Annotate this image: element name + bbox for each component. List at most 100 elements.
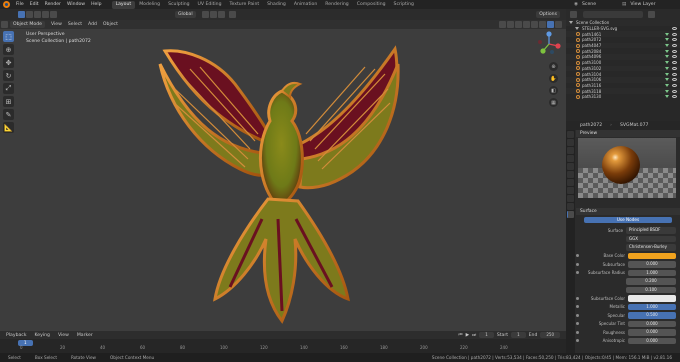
eye-icon[interactable]	[672, 72, 677, 76]
object-tab-icon[interactable]	[567, 179, 574, 186]
eye-icon[interactable]	[672, 89, 677, 93]
eye-icon[interactable]	[672, 66, 677, 70]
end-frame-field[interactable]: 250	[540, 332, 560, 338]
camera-icon[interactable]: ◧	[549, 86, 558, 95]
view-layer-tab-icon[interactable]	[567, 155, 574, 162]
menu-help[interactable]: Help	[91, 2, 101, 7]
eye-icon[interactable]	[672, 61, 677, 65]
current-frame-field[interactable]: 1	[479, 332, 494, 338]
jump-end-icon[interactable]: ⏭	[472, 332, 476, 338]
eye-icon[interactable]	[672, 83, 677, 87]
tab-layout[interactable]: Layout	[111, 0, 136, 9]
tab-shading[interactable]: Shading	[263, 1, 290, 9]
socket-icon[interactable]	[576, 262, 579, 266]
base-color-swatch[interactable]	[628, 252, 676, 259]
use-nodes-button[interactable]: Use Nodes	[584, 217, 672, 223]
tab-animation[interactable]: Animation	[290, 1, 321, 9]
subsurface-color-swatch[interactable]	[628, 295, 676, 302]
menu-file[interactable]: File	[16, 2, 24, 7]
socket-icon[interactable]	[576, 254, 579, 258]
playback-menu[interactable]: Playback	[6, 333, 27, 338]
preview-section-title[interactable]: Preview	[576, 130, 680, 137]
eye-icon[interactable]	[672, 95, 677, 99]
keying-menu[interactable]: Keying	[35, 333, 50, 338]
metallic-field[interactable]: 1.000	[628, 303, 676, 310]
outliner-root[interactable]: Scene Collection	[566, 20, 680, 26]
blender-logo-icon[interactable]	[3, 1, 10, 8]
select-extend-icon[interactable]	[26, 11, 33, 18]
editor-type-icon[interactable]	[1, 21, 8, 28]
tab-sculpting[interactable]: Sculpting	[164, 1, 193, 9]
roughness-field[interactable]: 0.000	[628, 329, 676, 336]
scene-tab-icon[interactable]	[567, 163, 574, 170]
timeline-view-menu[interactable]: View	[58, 333, 69, 338]
annotate-tool-icon[interactable]: ✎	[3, 109, 14, 120]
add-menu[interactable]: Add	[88, 22, 97, 27]
outliner-svg-collection[interactable]: STELLER-SVG.svg	[566, 26, 680, 32]
play-icon[interactable]: ▶	[466, 333, 470, 338]
object-datablock[interactable]: path2072	[580, 123, 602, 128]
outliner-search-input[interactable]	[583, 11, 643, 18]
shading-solid-icon[interactable]	[539, 21, 546, 28]
modifier-tab-icon[interactable]	[567, 187, 574, 194]
cursor-tool-icon[interactable]: ⊕	[3, 44, 14, 55]
socket-icon[interactable]	[576, 305, 579, 309]
tab-compositing[interactable]: Compositing	[353, 1, 390, 9]
gizmo-toggle-icon[interactable]	[507, 21, 514, 28]
socket-icon[interactable]	[576, 296, 579, 300]
render-tab-icon[interactable]	[567, 139, 574, 146]
select-intersect-icon[interactable]	[50, 11, 57, 18]
subsurface-field[interactable]: 0.000	[628, 261, 676, 268]
3d-viewport[interactable]	[0, 29, 566, 331]
select-subtract-icon[interactable]	[34, 11, 41, 18]
surface-shader-field[interactable]: Principled BSDF	[626, 227, 676, 234]
tab-scripting[interactable]: Scripting	[390, 1, 418, 9]
object-menu[interactable]: Object	[103, 22, 118, 27]
eye-icon[interactable]	[672, 78, 677, 82]
outliner-editor-icon[interactable]	[570, 11, 577, 18]
visibility-icon[interactable]	[499, 21, 506, 28]
xray-icon[interactable]	[523, 21, 530, 28]
navigation-gizmo[interactable]	[536, 31, 562, 57]
tab-rendering[interactable]: Rendering	[321, 1, 352, 9]
object-mode-dropdown[interactable]: Object Mode	[10, 21, 45, 28]
rotate-tool-icon[interactable]: ↻	[3, 70, 14, 81]
specular-field[interactable]: 0.500	[628, 312, 676, 319]
view-menu[interactable]: View	[51, 22, 62, 27]
constraint-tab-icon[interactable]	[567, 195, 574, 202]
transform-tool-icon[interactable]: ⊞	[3, 96, 14, 107]
material-tab-icon[interactable]	[567, 211, 574, 218]
snap-icon[interactable]	[209, 11, 217, 18]
shading-wire-icon[interactable]	[531, 21, 538, 28]
output-tab-icon[interactable]	[567, 147, 574, 154]
menu-edit[interactable]: Edit	[30, 2, 39, 7]
jump-start-icon[interactable]: ⏮	[458, 332, 462, 338]
surface-section-title[interactable]: Surface	[576, 208, 680, 215]
eye-icon[interactable]	[672, 55, 677, 59]
view-layer-name[interactable]: View Layer	[630, 2, 655, 7]
shading-rendered-icon[interactable]	[555, 21, 562, 28]
menu-window[interactable]: Window	[67, 2, 85, 7]
distribution-field[interactable]: GGX	[626, 235, 676, 242]
eye-icon[interactable]	[672, 38, 677, 42]
measure-tool-icon[interactable]: 📐	[3, 122, 14, 133]
orientation-dropdown[interactable]: Global	[175, 11, 196, 18]
subsurface-radius-y-field[interactable]: 0.200	[626, 278, 676, 285]
phoenix-model[interactable]	[0, 29, 566, 331]
magnet-icon[interactable]	[217, 11, 225, 18]
zoom-icon[interactable]: ⊕	[549, 62, 558, 71]
outliner-item[interactable]: path3130	[566, 94, 680, 100]
tool-tab-icon[interactable]	[567, 131, 574, 138]
ortho-grid-icon[interactable]: ▦	[549, 98, 558, 107]
data-tab-icon[interactable]	[567, 203, 574, 210]
eye-icon[interactable]	[672, 27, 677, 31]
menu-render[interactable]: Render	[45, 2, 61, 7]
tab-uv-editing[interactable]: UV Editing	[194, 1, 226, 9]
overlay-toggle-icon[interactable]	[515, 21, 522, 28]
tab-modeling[interactable]: Modeling	[135, 1, 164, 9]
eye-icon[interactable]	[672, 32, 677, 36]
subsurface-radius-z-field[interactable]: 0.100	[626, 286, 676, 293]
subsurface-method-field[interactable]: Christensen-Burley	[626, 244, 676, 251]
filter-icon[interactable]	[648, 11, 655, 18]
select-mode-icon[interactable]	[18, 11, 25, 18]
